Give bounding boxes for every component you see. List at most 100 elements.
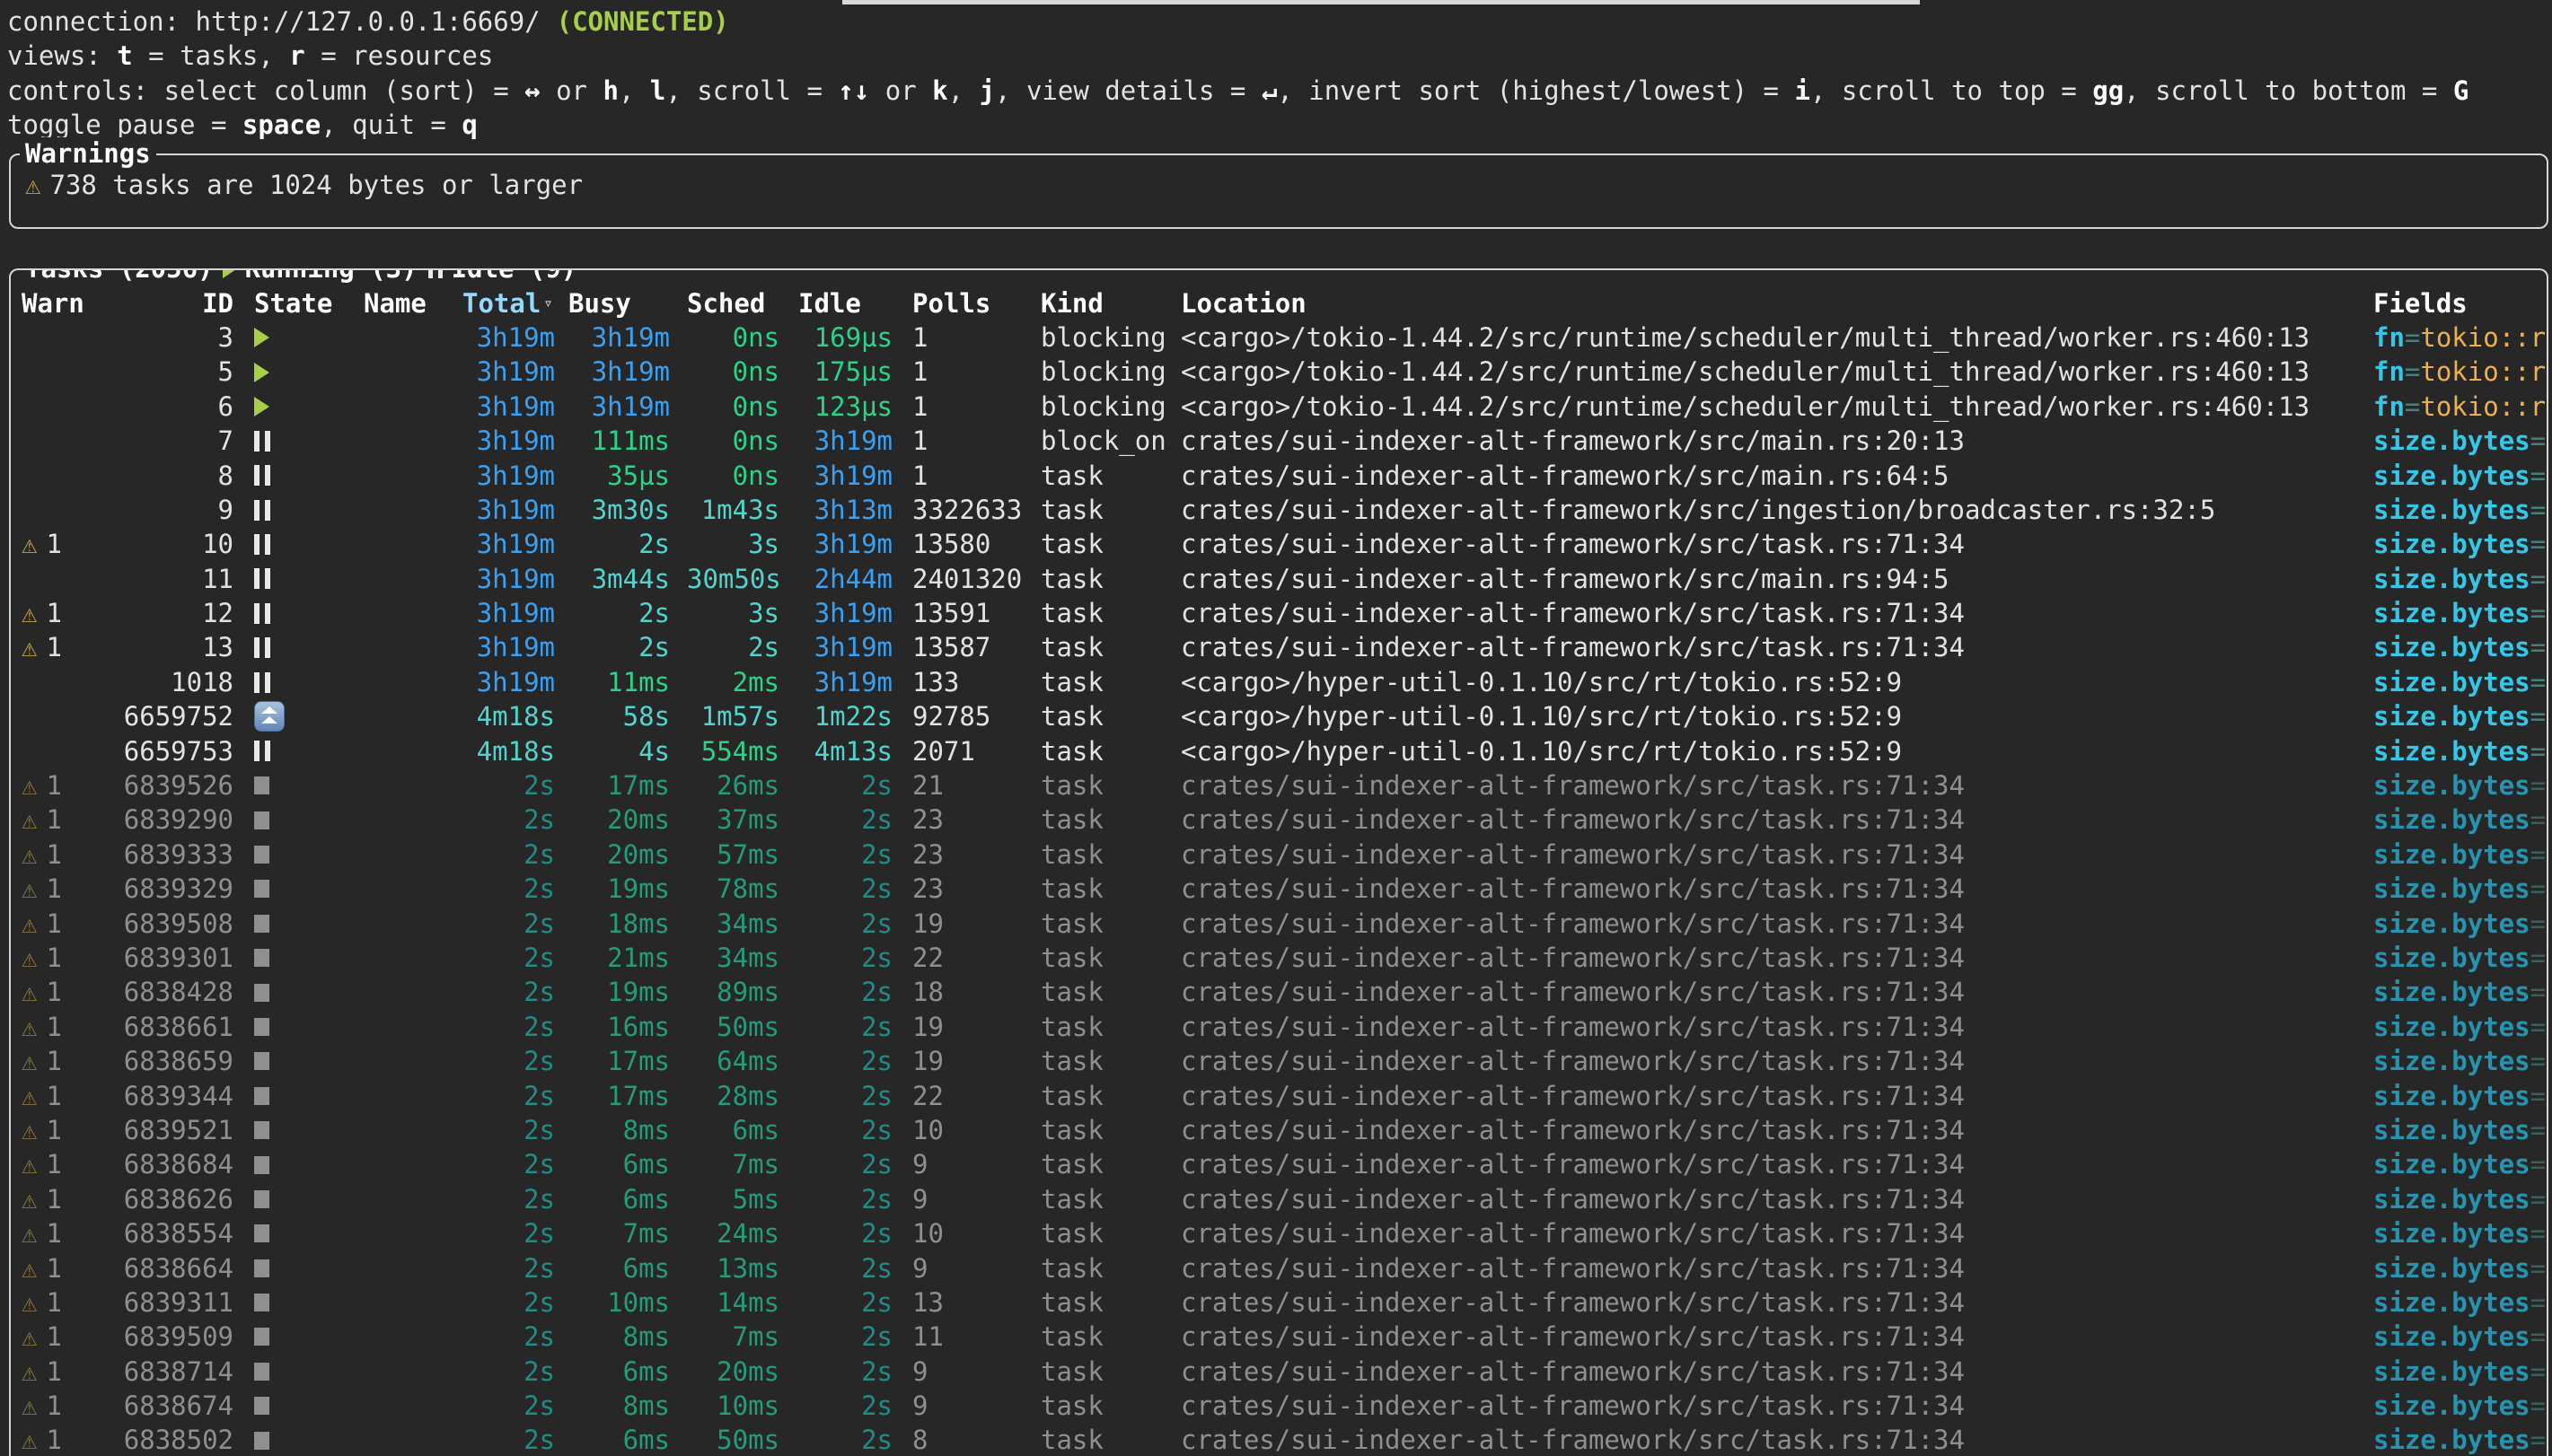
cell-sched: 0ns <box>670 424 779 458</box>
cell-total: 2s <box>458 941 555 975</box>
column-header-busy[interactable]: Busy <box>555 286 670 320</box>
cell-busy: 20ms <box>555 803 670 837</box>
cell-state <box>233 665 359 699</box>
column-header-location[interactable]: Location <box>1181 286 2367 320</box>
cell-kind: task <box>1041 1079 1181 1113</box>
cell-total: 2s <box>458 1251 555 1285</box>
warning-icon: ⚠ <box>22 1253 37 1284</box>
task-row[interactable]: ⚠168395212s8ms6ms2s10taskcrates/sui-inde… <box>11 1113 2547 1147</box>
cell-sched: 26ms <box>670 768 779 803</box>
task-row[interactable]: ⚠1103h19m2s3s3h19m13580taskcrates/sui-in… <box>11 527 2547 561</box>
done-state-icon <box>254 1121 269 1139</box>
task-row[interactable]: ⚠168386592s17ms64ms2s19taskcrates/sui-in… <box>11 1044 2547 1078</box>
task-row[interactable]: 66597524m18s58s1m57s1m22s92785task<cargo… <box>11 699 2547 733</box>
task-row[interactable]: ⚠168393112s10ms14ms2s13taskcrates/sui-in… <box>11 1285 2547 1320</box>
task-row[interactable]: ⚠168393292s19ms78ms2s23taskcrates/sui-in… <box>11 872 2547 906</box>
field-key: size.bytes <box>2373 667 2530 697</box>
cell-sched: 0ns <box>670 355 779 389</box>
cell-busy: 3m44s <box>555 562 670 596</box>
cell-name <box>359 1113 458 1147</box>
task-row[interactable]: 33h19m3h19m0ns169µs1blocking<cargo>/toki… <box>11 320 2547 355</box>
cell-total: 2s <box>458 1182 555 1216</box>
cell-location: crates/sui-indexer-alt-framework/src/tas… <box>1181 596 2367 630</box>
done-state-icon <box>254 1018 269 1036</box>
cell-idle: 2h44m <box>779 562 893 596</box>
cell-name <box>359 630 458 664</box>
column-header-warn[interactable]: Warn <box>11 286 105 320</box>
task-row[interactable]: ⚠168386742s8ms10ms2s9taskcrates/sui-inde… <box>11 1389 2547 1423</box>
task-row[interactable]: 113h19m3m44s30m50s2h44m2401320taskcrates… <box>11 562 2547 596</box>
column-header-state[interactable]: State <box>233 286 359 320</box>
cell-idle: 169µs <box>779 320 893 355</box>
cell-total: 3h19m <box>458 390 555 424</box>
task-row[interactable]: 73h19m111ms0ns3h19m1block_oncrates/sui-i… <box>11 424 2547 458</box>
idle-duration: 3h19m <box>814 425 893 456</box>
cell-state <box>233 734 359 768</box>
cell-location: crates/sui-indexer-alt-framework/src/mai… <box>1181 424 2367 458</box>
task-row[interactable]: ⚠168386262s6ms5ms2s9taskcrates/sui-index… <box>11 1182 2547 1216</box>
task-row[interactable]: 63h19m3h19m0ns123µs1blocking<cargo>/toki… <box>11 390 2547 424</box>
header-area: connection: http://127.0.0.1:6669/(CONNE… <box>0 0 2552 143</box>
task-row[interactable]: ⚠168395082s18ms34ms2s19taskcrates/sui-in… <box>11 907 2547 941</box>
sched-duration: 28ms <box>717 1081 779 1111</box>
cell-name <box>359 1044 458 1078</box>
task-row[interactable]: 83h19m35µs0ns3h19m1taskcrates/sui-indexe… <box>11 459 2547 493</box>
cell-polls: 22 <box>893 1079 1041 1113</box>
column-header-sched[interactable]: Sched <box>670 286 779 320</box>
task-row[interactable]: ⚠168393442s17ms28ms2s22taskcrates/sui-in… <box>11 1079 2547 1113</box>
cell-location: <cargo>/hyper-util-0.1.10/src/rt/tokio.r… <box>1181 699 2367 733</box>
cell-idle: 2s <box>779 1389 893 1423</box>
cell-fields: size.bytes= <box>2367 1044 2547 1078</box>
column-header-name[interactable]: Name <box>359 286 458 320</box>
task-row[interactable]: 53h19m3h19m0ns175µs1blocking<cargo>/toki… <box>11 355 2547 389</box>
task-row[interactable]: ⚠168393012s21ms34ms2s22taskcrates/sui-in… <box>11 941 2547 975</box>
column-header-fields[interactable]: Fields <box>2367 286 2547 320</box>
column-header-idle[interactable]: Idle <box>779 286 893 320</box>
field-value: tokio::r <box>2420 322 2546 353</box>
column-header-total[interactable]: Total▿ <box>458 286 555 320</box>
idle-duration: 123µs <box>814 391 893 422</box>
cell-kind: task <box>1041 941 1181 975</box>
cell-polls: 1 <box>893 459 1041 493</box>
cell-kind: task <box>1041 562 1181 596</box>
total-duration: 3h19m <box>477 356 555 387</box>
cell-idle: 2s <box>779 907 893 941</box>
cell-id: 3 <box>105 320 233 355</box>
cell-busy: 111ms <box>555 424 670 458</box>
task-row[interactable]: ⚠168386842s6ms7ms2s9taskcrates/sui-index… <box>11 1147 2547 1181</box>
task-row[interactable]: ⚠168386642s6ms13ms2s9taskcrates/sui-inde… <box>11 1251 2547 1285</box>
task-row[interactable]: ⚠168387142s6ms20ms2s9taskcrates/sui-inde… <box>11 1355 2547 1389</box>
cell-busy: 16ms <box>555 1010 670 1044</box>
cell-state <box>233 1285 359 1320</box>
cell-location: <cargo>/tokio-1.44.2/src/runtime/schedul… <box>1181 355 2367 389</box>
column-header-kind[interactable]: Kind <box>1041 286 1181 320</box>
total-duration: 3h19m <box>477 460 555 491</box>
task-row[interactable]: ⚠168395092s8ms7ms2s11taskcrates/sui-inde… <box>11 1320 2547 1354</box>
task-row[interactable]: ⚠168386612s16ms50ms2s19taskcrates/sui-in… <box>11 1010 2547 1044</box>
busy-duration: 3h19m <box>592 356 670 387</box>
idle-duration: 2s <box>861 873 893 904</box>
column-header-id[interactable]: ID <box>105 286 233 320</box>
total-duration: 2s <box>524 1184 555 1215</box>
task-row[interactable]: ⚠168385022s6ms50ms2s8taskcrates/sui-inde… <box>11 1423 2547 1456</box>
task-row[interactable]: ⚠168393332s20ms57ms2s23taskcrates/sui-in… <box>11 838 2547 872</box>
task-row[interactable]: ⚠168395262s17ms26ms2s21taskcrates/sui-in… <box>11 768 2547 803</box>
sched-duration: 26ms <box>717 770 779 801</box>
cell-warn: ⚠1 <box>11 907 105 941</box>
cell-state <box>233 320 359 355</box>
task-row[interactable]: ⚠1123h19m2s3s3h19m13591taskcrates/sui-in… <box>11 596 2547 630</box>
cell-total: 3h19m <box>458 527 555 561</box>
task-row[interactable]: ⚠168392902s20ms37ms2s23taskcrates/sui-in… <box>11 803 2547 837</box>
task-row[interactable]: ⚠168384282s19ms89ms2s18taskcrates/sui-in… <box>11 975 2547 1009</box>
task-row[interactable]: 93h19m3m30s1m43s3h13m3322633taskcrates/s… <box>11 493 2547 527</box>
cell-state <box>233 699 359 733</box>
task-row[interactable]: 66597534m18s4s554ms4m13s2071task<cargo>/… <box>11 734 2547 768</box>
busy-duration: 21ms <box>607 943 670 973</box>
task-row[interactable]: ⚠1133h19m2s2s3h19m13587taskcrates/sui-in… <box>11 630 2547 664</box>
task-row[interactable]: 10183h19m11ms2ms3h19m133task<cargo>/hype… <box>11 665 2547 699</box>
cell-idle: 3h19m <box>779 630 893 664</box>
cell-fields: size.bytes= <box>2367 1113 2547 1147</box>
cell-name <box>359 768 458 803</box>
column-header-polls[interactable]: Polls <box>893 286 1041 320</box>
task-row[interactable]: ⚠168385542s7ms24ms2s10taskcrates/sui-ind… <box>11 1216 2547 1250</box>
